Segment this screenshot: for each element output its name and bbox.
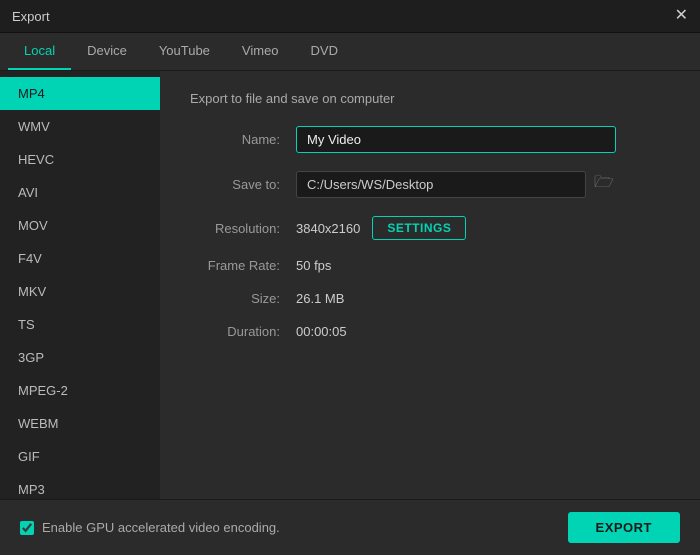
tab-youtube[interactable]: YouTube: [143, 33, 226, 70]
sidebar-item-hevc[interactable]: HEVC: [0, 143, 160, 176]
resolution-controls: 3840x2160 SETTINGS: [296, 216, 466, 240]
sidebar-item-mov[interactable]: MOV: [0, 209, 160, 242]
sidebar-item-webm[interactable]: WEBM: [0, 407, 160, 440]
sidebar-item-mkv[interactable]: MKV: [0, 275, 160, 308]
sidebar-item-mp3[interactable]: MP3: [0, 473, 160, 499]
main-panel: Export to file and save on computer Name…: [160, 71, 700, 499]
duration-value: 00:00:05: [296, 324, 347, 339]
frame-rate-label: Frame Rate:: [190, 258, 280, 273]
format-sidebar: MP4 WMV HEVC AVI MOV F4V MKV TS 3GP MPEG…: [0, 71, 160, 499]
save-to-label: Save to:: [190, 177, 280, 192]
tab-bar: Local Device YouTube Vimeo DVD: [0, 33, 700, 71]
gpu-checkbox[interactable]: [20, 521, 34, 535]
sidebar-item-mp4[interactable]: MP4: [0, 77, 160, 110]
duration-row: Duration: 00:00:05: [190, 324, 670, 339]
close-button[interactable]: ✕: [675, 8, 688, 24]
gpu-encoding-label[interactable]: Enable GPU accelerated video encoding.: [20, 520, 280, 535]
size-value: 26.1 MB: [296, 291, 344, 306]
section-title: Export to file and save on computer: [190, 91, 670, 106]
tab-local[interactable]: Local: [8, 33, 71, 70]
frame-rate-row: Frame Rate: 50 fps: [190, 258, 670, 273]
tab-dvd[interactable]: DVD: [295, 33, 354, 70]
export-button[interactable]: EXPORT: [568, 512, 680, 543]
save-to-container: C:/Users/WS/Desktop 🗁: [296, 171, 614, 198]
sidebar-item-ts[interactable]: TS: [0, 308, 160, 341]
sidebar-item-f4v[interactable]: F4V: [0, 242, 160, 275]
name-row: Name:: [190, 126, 670, 153]
browse-folder-icon[interactable]: 🗁: [594, 171, 614, 198]
sidebar-item-3gp[interactable]: 3GP: [0, 341, 160, 374]
window-title: Export: [12, 9, 50, 24]
sidebar-item-avi[interactable]: AVI: [0, 176, 160, 209]
size-label: Size:: [190, 291, 280, 306]
sidebar-item-gif[interactable]: GIF: [0, 440, 160, 473]
size-row: Size: 26.1 MB: [190, 291, 670, 306]
resolution-row: Resolution: 3840x2160 SETTINGS: [190, 216, 670, 240]
save-to-row: Save to: C:/Users/WS/Desktop 🗁: [190, 171, 670, 198]
export-window: Export ✕ Local Device YouTube Vimeo DVD …: [0, 0, 700, 555]
save-path-display: C:/Users/WS/Desktop: [296, 171, 586, 198]
bottom-bar: Enable GPU accelerated video encoding. E…: [0, 499, 700, 555]
tab-device[interactable]: Device: [71, 33, 143, 70]
resolution-label: Resolution:: [190, 221, 280, 236]
title-bar: Export ✕: [0, 0, 700, 33]
name-label: Name:: [190, 132, 280, 147]
tab-vimeo[interactable]: Vimeo: [226, 33, 295, 70]
content-area: MP4 WMV HEVC AVI MOV F4V MKV TS 3GP MPEG…: [0, 71, 700, 499]
frame-rate-value: 50 fps: [296, 258, 331, 273]
sidebar-item-wmv[interactable]: WMV: [0, 110, 160, 143]
sidebar-item-mpeg2[interactable]: MPEG-2: [0, 374, 160, 407]
name-input[interactable]: [296, 126, 616, 153]
settings-button[interactable]: SETTINGS: [372, 216, 466, 240]
duration-label: Duration:: [190, 324, 280, 339]
gpu-label-text: Enable GPU accelerated video encoding.: [42, 520, 280, 535]
resolution-value: 3840x2160: [296, 221, 360, 236]
